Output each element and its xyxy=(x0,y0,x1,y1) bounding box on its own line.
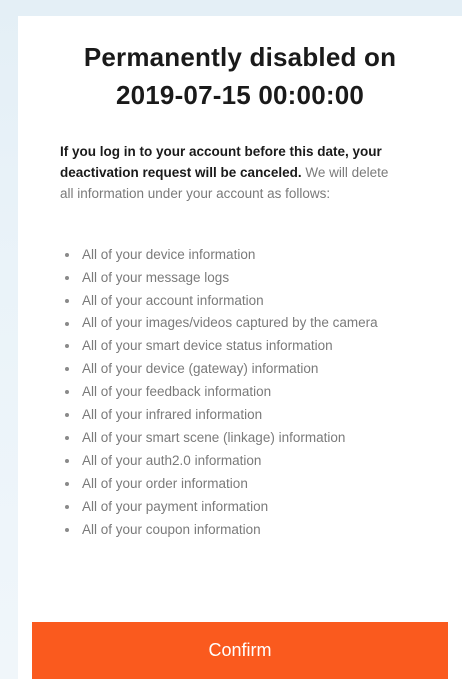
bullet-icon xyxy=(65,390,69,394)
list-item-text: All of your smart device status informat… xyxy=(82,338,333,353)
list-item-text: All of your coupon information xyxy=(82,522,261,537)
list-item-text: All of your device (gateway) information xyxy=(82,361,319,376)
list-item: All of your infrared information xyxy=(60,403,420,426)
list-item-text: All of your payment information xyxy=(82,499,269,514)
list-item-text: All of your auth2.0 information xyxy=(82,453,262,468)
list-item: All of your feedback information xyxy=(60,380,420,403)
list-item: All of your device (gateway) information xyxy=(60,357,420,380)
deactivation-notice: If you log in to your account before thi… xyxy=(60,141,400,204)
list-item: All of your auth2.0 information xyxy=(60,449,420,472)
list-item: All of your coupon information xyxy=(60,518,420,541)
list-item-text: All of your account information xyxy=(82,293,264,308)
bullet-icon xyxy=(65,482,69,486)
list-item-text: All of your infrared information xyxy=(82,407,263,422)
list-item: All of your payment information xyxy=(60,495,420,518)
title-line-1: Permanently disabled on xyxy=(83,42,397,72)
bullet-icon xyxy=(65,299,69,303)
list-item: All of your message logs xyxy=(60,266,420,289)
bullet-icon xyxy=(65,367,69,371)
bullet-icon xyxy=(65,505,69,509)
deactivation-dialog: Permanently disabled on 2019-07-15 00:00… xyxy=(18,16,462,679)
bullet-icon xyxy=(65,436,69,440)
bullet-icon xyxy=(65,322,69,326)
bullet-icon xyxy=(65,276,69,280)
list-item: All of your images/videos captured by th… xyxy=(60,312,420,334)
list-item: All of your smart scene (linkage) inform… xyxy=(60,426,420,449)
bullet-icon xyxy=(65,413,69,417)
bullet-icon xyxy=(65,253,69,257)
list-item-text: All of your message logs xyxy=(82,270,230,285)
bullet-icon xyxy=(65,459,69,463)
list-item-text: All of your smart scene (linkage) inform… xyxy=(82,430,346,445)
title-date: 2019-07-15 00:00:00 xyxy=(115,80,365,110)
dialog-title: Permanently disabled on 2019-07-15 00:00… xyxy=(18,38,462,114)
confirm-button[interactable]: Confirm xyxy=(32,622,448,679)
list-item: All of your device information xyxy=(60,243,420,266)
list-item-text: All of your feedback information xyxy=(82,384,272,399)
list-item: All of your smart device status informat… xyxy=(60,334,420,357)
deleted-info-list: All of your device information All of yo… xyxy=(60,243,420,541)
list-item-text: All of your order information xyxy=(82,476,248,491)
list-item: All of your account information xyxy=(60,289,420,312)
list-item: All of your order information xyxy=(60,472,420,495)
list-item-text: All of your images/videos captured by th… xyxy=(82,315,378,330)
bullet-icon xyxy=(65,528,69,532)
list-item-text: All of your device information xyxy=(82,247,256,262)
bullet-icon xyxy=(65,344,69,348)
